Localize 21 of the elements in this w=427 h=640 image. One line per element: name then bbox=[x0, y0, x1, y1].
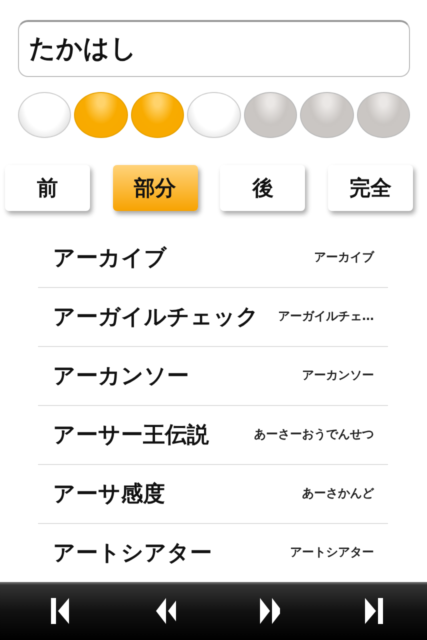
result-word[interactable]: アーカンソー bbox=[53, 360, 189, 391]
result-word[interactable]: アーサ感度 bbox=[53, 478, 165, 509]
result-reading: あーさーおうでんせつ bbox=[254, 426, 374, 444]
result-word[interactable]: アーカイブ bbox=[53, 242, 167, 273]
rewind-icon[interactable] bbox=[154, 596, 176, 626]
result-word[interactable]: アーサー王伝説 bbox=[53, 420, 209, 450]
result-reading: あーさかんど bbox=[302, 485, 374, 502]
result-reading: アーカイブ bbox=[314, 249, 374, 266]
match-mode-button[interactable]: 部分 bbox=[112, 164, 198, 211]
result-reading: アートシアター bbox=[290, 544, 374, 562]
search-field[interactable]: たかはし bbox=[18, 20, 410, 77]
result-word[interactable]: アートシアター bbox=[53, 538, 212, 568]
match-mode-button[interactable]: 前 bbox=[5, 164, 90, 211]
result-word[interactable]: アーガイルチェック bbox=[53, 302, 259, 332]
match-mode-button[interactable]: 後 bbox=[220, 164, 306, 211]
result-reading: アーガイルチェ… bbox=[278, 308, 374, 326]
result-reading: アーカンソー bbox=[302, 367, 374, 384]
match-mode-button[interactable]: 完全 bbox=[328, 164, 413, 211]
skip-forward-icon[interactable] bbox=[362, 596, 385, 626]
fast-forward-icon[interactable] bbox=[258, 596, 280, 626]
skip-back-icon[interactable] bbox=[49, 596, 71, 626]
